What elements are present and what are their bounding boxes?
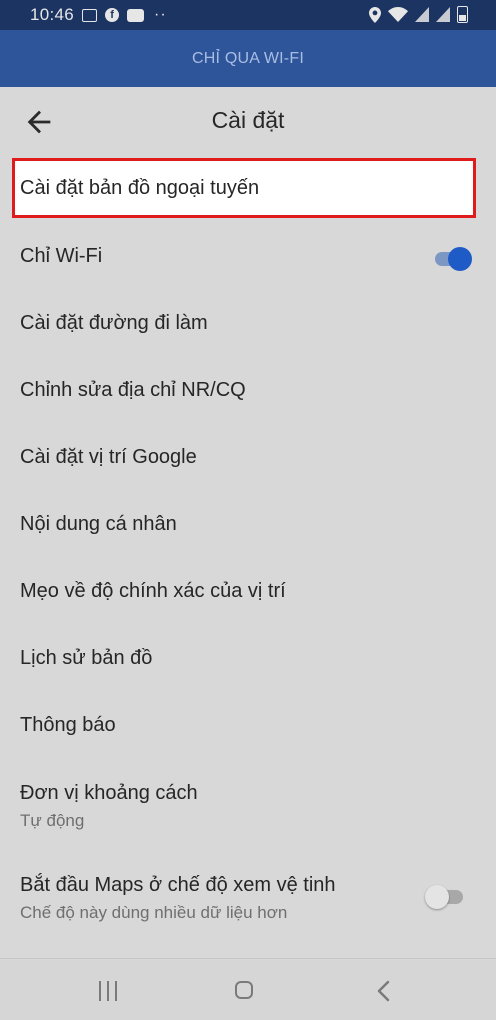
satellite-label: Bắt đầu Maps ở chế độ xem vệ tinh xyxy=(20,874,336,896)
satellite-toggle[interactable] xyxy=(425,884,465,910)
nav-bar xyxy=(0,960,496,1020)
status-time: 10:46 xyxy=(30,5,75,24)
maps-history-label: Lịch sử bản đồ xyxy=(20,647,153,669)
wifi-icon xyxy=(388,7,408,22)
more-dots-icon: ·· xyxy=(154,6,167,23)
facebook-icon: f xyxy=(105,8,120,22)
google-location-label: Cài đặt vị trí Google xyxy=(20,446,197,468)
recent-apps-icon[interactable] xyxy=(96,981,120,1001)
google-location-item[interactable]: Cài đặt vị trí Google xyxy=(0,425,496,491)
notifications-label: Thông báo xyxy=(20,714,116,736)
signal-icon xyxy=(415,7,429,22)
toggle-thumb xyxy=(425,885,449,909)
wifi-only-label: Chỉ Wi-Fi xyxy=(20,245,103,267)
app-bar: Cài đặt xyxy=(0,87,496,157)
offline-maps-label: Cài đặt bản đồ ngoại tuyến xyxy=(20,177,260,199)
distance-units-item[interactable]: Đơn vị khoảng cách Tự động xyxy=(0,762,496,846)
location-icon xyxy=(369,6,381,23)
personal-content-label: Nội dung cá nhân xyxy=(20,513,177,535)
wifi-only-toggle[interactable] xyxy=(435,247,473,271)
signal-icon xyxy=(436,7,450,22)
personal-content-item[interactable]: Nội dung cá nhân xyxy=(0,492,496,558)
satellite-item[interactable]: Bắt đầu Maps ở chế độ xem vệ tinh Chế độ… xyxy=(0,853,496,939)
commute-item[interactable]: Cài đặt đường đi làm xyxy=(0,291,496,357)
home-icon[interactable] xyxy=(235,981,253,999)
commute-label: Cài đặt đường đi làm xyxy=(20,312,208,334)
battery-icon xyxy=(457,6,468,23)
divider xyxy=(0,958,496,959)
wifi-only-item[interactable]: Chỉ Wi-Fi xyxy=(0,224,496,290)
satellite-sub: Chế độ này dùng nhiều dữ liệu hơn xyxy=(20,903,288,922)
image-icon xyxy=(82,8,98,22)
status-bar: 10:46 f ·· xyxy=(0,0,496,30)
location-tips-item[interactable]: Mẹo về độ chính xác của vị trí xyxy=(0,559,496,625)
badge-icon xyxy=(127,8,145,22)
back-nav-icon[interactable] xyxy=(374,980,394,1002)
maps-history-item[interactable]: Lịch sử bản đồ xyxy=(0,626,496,692)
notifications-item[interactable]: Thông báo xyxy=(0,693,496,759)
wifi-only-banner: CHỈ QUA WI-FI xyxy=(0,30,496,87)
banner-text: CHỈ QUA WI-FI xyxy=(192,49,304,67)
location-tips-label: Mẹo về độ chính xác của vị trí xyxy=(20,580,286,602)
page-title: Cài đặt xyxy=(211,107,285,133)
edit-home-work-label: Chỉnh sửa địa chỉ NR/CQ xyxy=(20,379,246,401)
distance-units-label: Đơn vị khoảng cách xyxy=(20,782,198,804)
distance-units-value: Tự động xyxy=(20,811,85,830)
edit-home-work-item[interactable]: Chỉnh sửa địa chỉ NR/CQ xyxy=(0,358,496,424)
toggle-thumb xyxy=(448,247,472,271)
